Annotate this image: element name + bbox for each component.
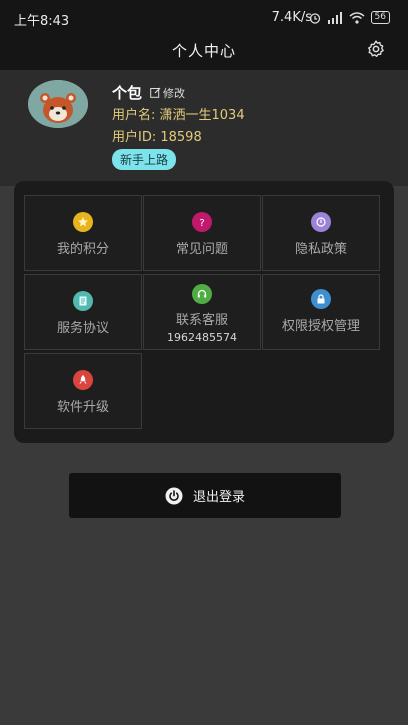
red-panda-avatar-icon bbox=[28, 80, 88, 128]
menu-grid: 我的积分 ? 常见问题 隐私政策 服务协议 联系客服 1962485574 权限… bbox=[14, 181, 394, 443]
alarm-icon bbox=[309, 12, 320, 24]
logout-button[interactable]: 退出登录 bbox=[69, 473, 341, 518]
profile-section: 个包 修改 用户名: 潇洒一生1034 用户ID: 18598 新手上路 bbox=[0, 70, 408, 186]
network-speed: 7.4K/s bbox=[272, 10, 312, 25]
document-icon bbox=[73, 291, 93, 311]
menu-item-customer-service[interactable]: 联系客服 1962485574 bbox=[143, 274, 261, 350]
title-bar: 个人中心 bbox=[0, 36, 408, 70]
status-time: 上午8:43 bbox=[14, 14, 70, 29]
menu-item-label: 软件升级 bbox=[56, 400, 109, 415]
wifi-icon bbox=[349, 11, 365, 24]
lock-icon bbox=[311, 289, 331, 309]
signal-icon bbox=[327, 11, 342, 24]
page-title: 个人中心 bbox=[171, 42, 236, 60]
menu-item-service-agreement[interactable]: 服务协议 bbox=[24, 274, 142, 350]
avatar[interactable] bbox=[28, 80, 88, 128]
menu-item-label: 服务协议 bbox=[56, 321, 109, 336]
menu-item-points[interactable]: 我的积分 bbox=[24, 195, 142, 271]
userid-text: 用户ID: 18598 bbox=[112, 130, 202, 145]
power-icon bbox=[165, 487, 183, 504]
menu-item-faq[interactable]: ? 常见问题 bbox=[143, 195, 261, 271]
menu-item-label: 常见问题 bbox=[175, 242, 228, 257]
menu-item-label: 我的积分 bbox=[56, 242, 109, 257]
menu-item-label: 联系客服 bbox=[175, 313, 228, 328]
battery-level: 56 bbox=[374, 12, 386, 22]
customer-service-icon bbox=[192, 284, 212, 304]
status-icons: 56 bbox=[309, 11, 390, 24]
edit-icon bbox=[150, 87, 161, 98]
menu-item-privacy[interactable]: 隐私政策 bbox=[262, 195, 380, 271]
menu-item-upgrade[interactable]: 软件升级 bbox=[24, 353, 142, 429]
menu-item-label: 隐私政策 bbox=[294, 242, 347, 257]
menu-item-label: 权限授权管理 bbox=[281, 319, 360, 334]
privacy-icon bbox=[311, 212, 331, 232]
battery-icon: 56 bbox=[370, 11, 390, 24]
edit-profile-button[interactable]: 修改 bbox=[150, 85, 185, 101]
status-bar: 上午8:43 7.4K/s 56 bbox=[0, 0, 408, 36]
star-icon bbox=[73, 212, 93, 232]
gear-icon[interactable] bbox=[366, 39, 386, 59]
network-speed-text: 7.4K/s bbox=[271, 10, 312, 25]
menu-item-permissions[interactable]: 权限授权管理 bbox=[262, 274, 380, 350]
nickname: 个包 bbox=[112, 84, 143, 102]
svg-text:?: ? bbox=[199, 218, 204, 228]
customer-service-number: 1962485574 bbox=[167, 331, 237, 344]
name-row: 个包 修改 bbox=[112, 82, 185, 103]
username-text: 用户名: 潇洒一生1034 bbox=[112, 108, 245, 123]
level-badge[interactable]: 新手上路 bbox=[112, 149, 177, 170]
logout-content: 退出登录 bbox=[69, 486, 341, 505]
edit-label: 修改 bbox=[163, 86, 186, 100]
question-icon: ? bbox=[192, 212, 212, 232]
rocket-icon bbox=[73, 370, 93, 390]
logout-label: 退出登录 bbox=[192, 490, 245, 505]
